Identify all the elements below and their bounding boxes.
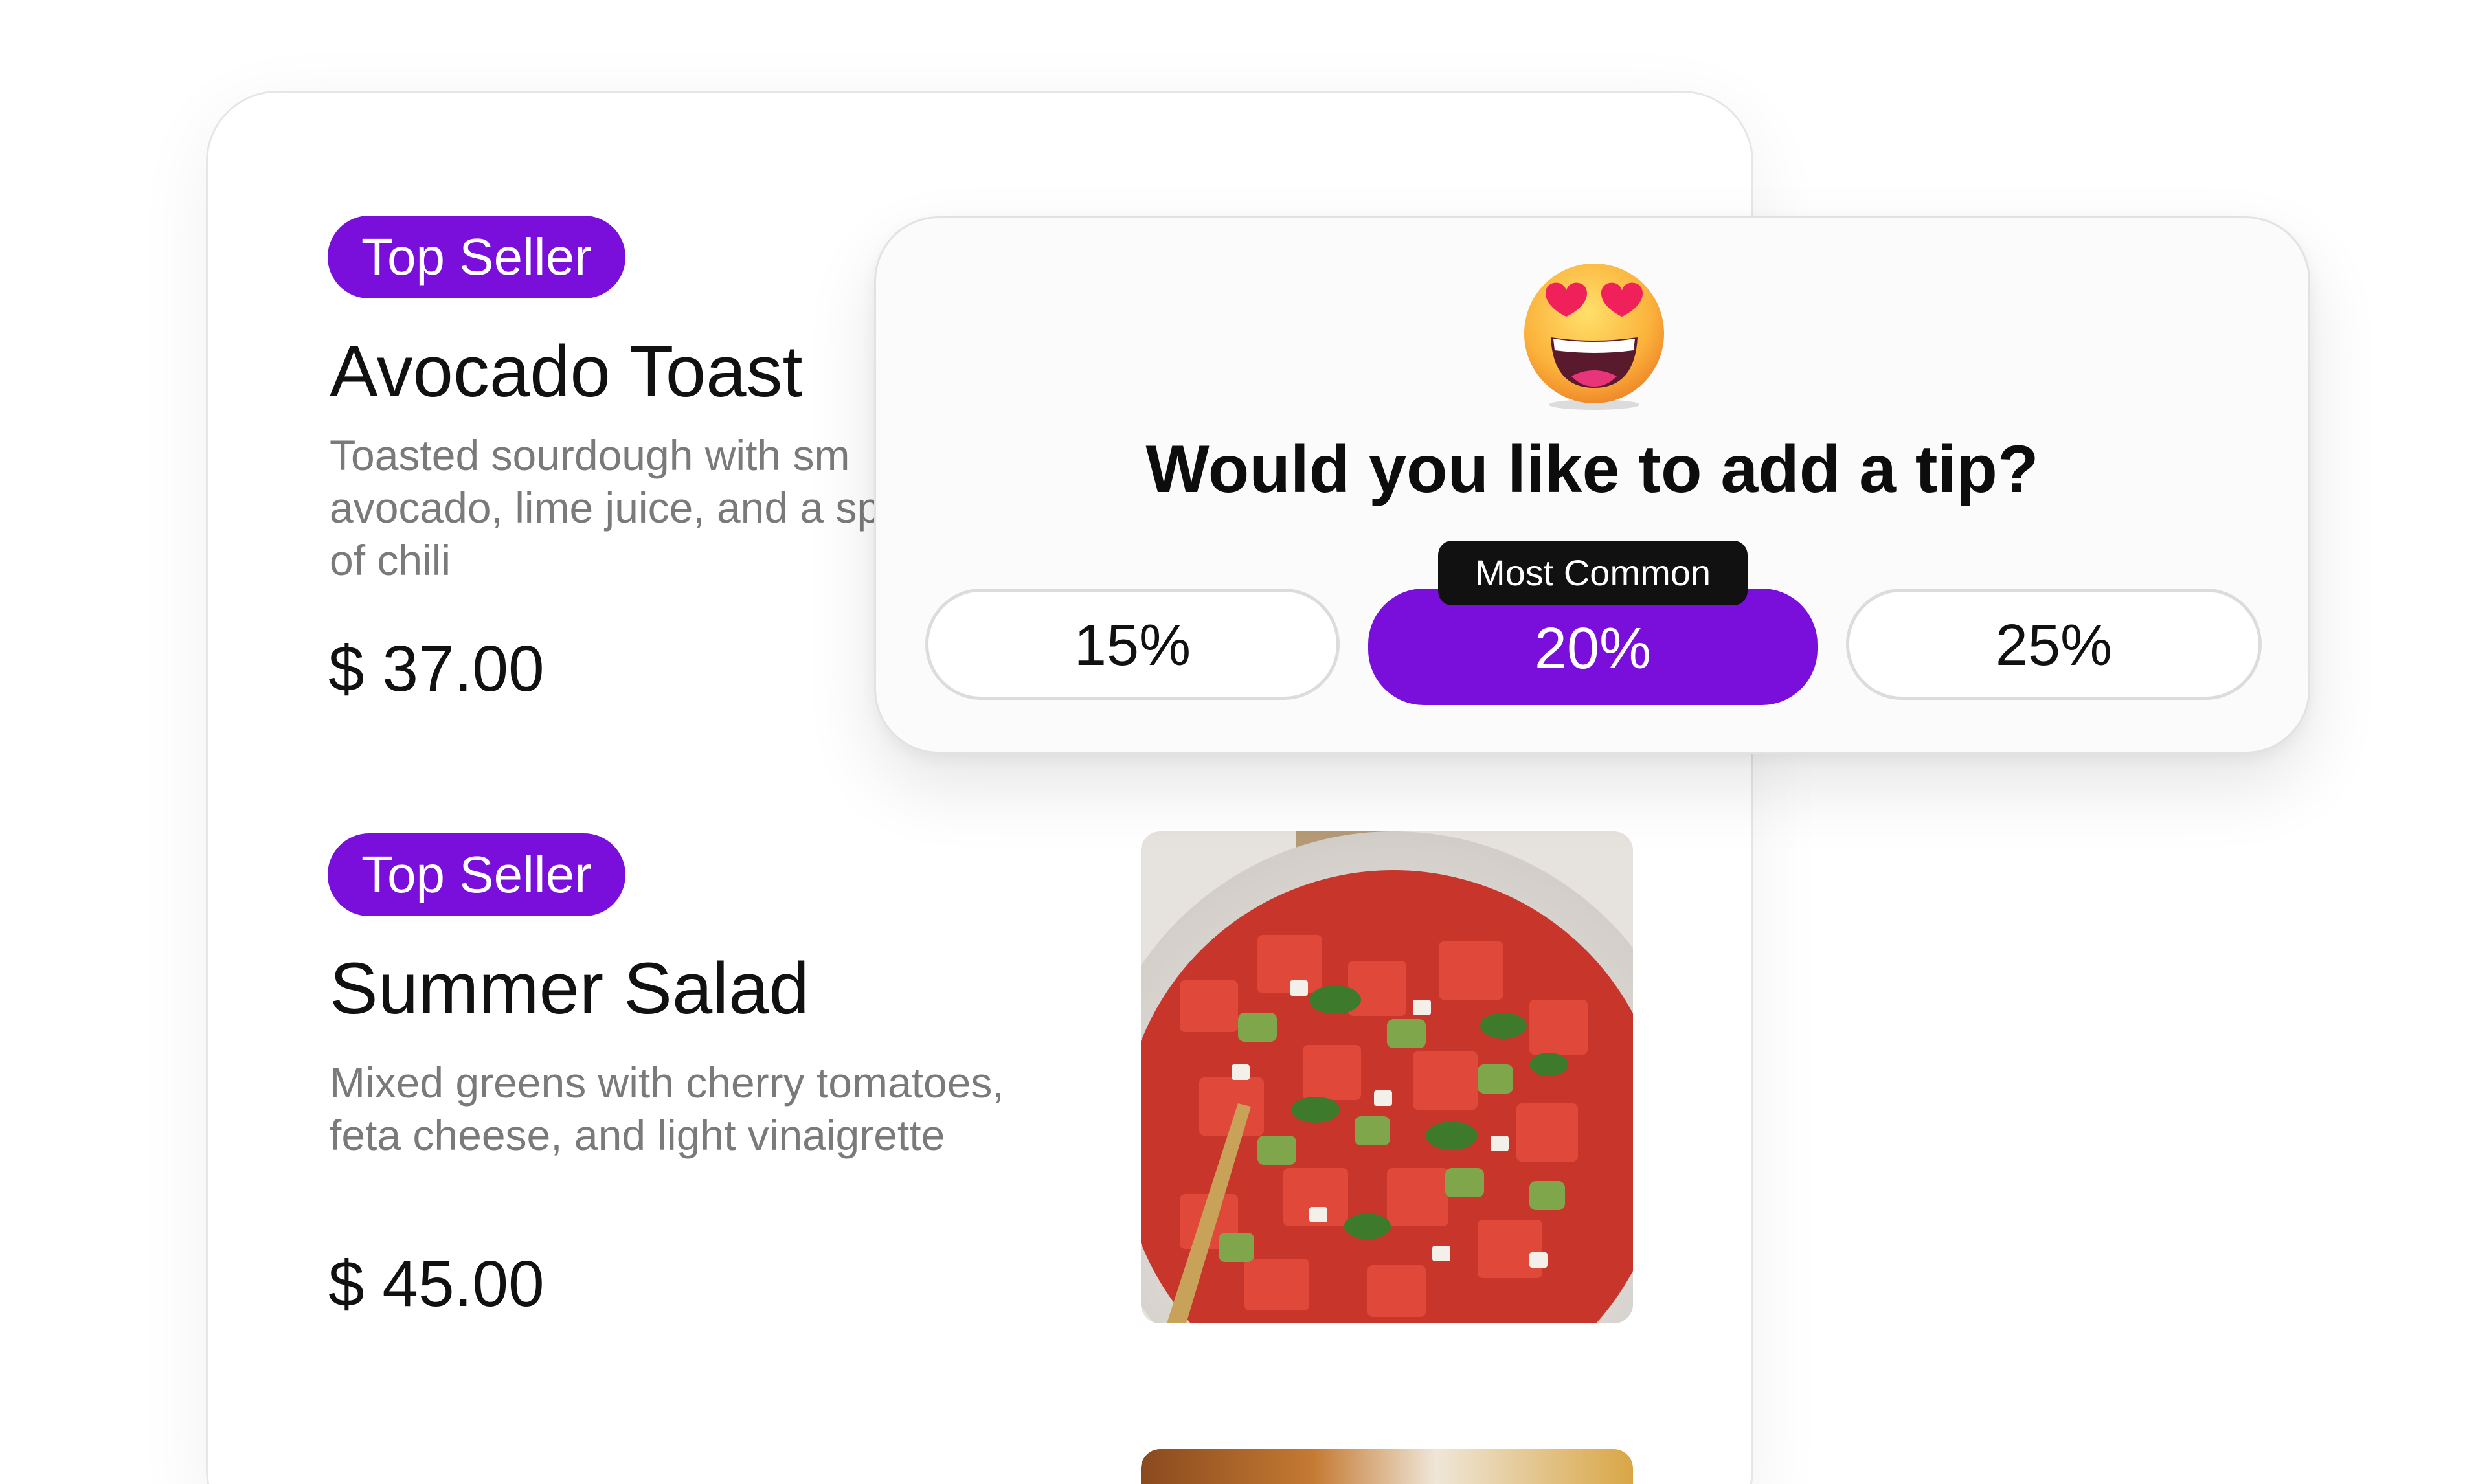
item-description: Toasted sourdough with sm avocado, lime … xyxy=(330,429,899,587)
tip-option-25[interactable]: 25% xyxy=(1846,589,2262,700)
summer-salad-image[interactable] xyxy=(1141,831,1633,1323)
item-description-line: of chili xyxy=(330,536,451,584)
item-description-line: Toasted sourdough with sm xyxy=(330,431,850,479)
top-seller-badge: Top Seller xyxy=(328,216,625,298)
next-item-image[interactable] xyxy=(1141,1449,1633,1484)
salad-bowl-illustration xyxy=(1141,831,1633,1323)
most-common-tooltip: Most Common xyxy=(1438,541,1748,605)
item-description-line: Mixed greens with cherry tomatoes, xyxy=(330,1059,1004,1107)
item-description-line: avocado, lime juice, and a sp xyxy=(330,484,881,532)
top-seller-badge: Top Seller xyxy=(328,833,625,916)
heart-eyes-emoji-icon xyxy=(1520,261,1669,410)
tip-option-15[interactable]: 15% xyxy=(925,589,1340,700)
tip-option-20[interactable]: 20% xyxy=(1368,589,1818,705)
item-description: Mixed greens with cherry tomatoes, feta … xyxy=(330,1057,1107,1162)
tip-question: Would you like to add a tip? xyxy=(1145,432,2039,507)
item-price: $ 45.00 xyxy=(328,1248,545,1320)
item-title[interactable]: Avocado Toast xyxy=(330,335,803,408)
item-price: $ 37.00 xyxy=(328,633,545,705)
stage: Top Seller Avocado Toast Toasted sourdou… xyxy=(0,0,2476,1484)
tip-dialog: Would you like to add a tip? Most Common… xyxy=(874,216,2310,754)
item-title[interactable]: Summer Salad xyxy=(330,952,809,1025)
item-description-line: feta cheese, and light vinaigrette xyxy=(330,1111,945,1159)
